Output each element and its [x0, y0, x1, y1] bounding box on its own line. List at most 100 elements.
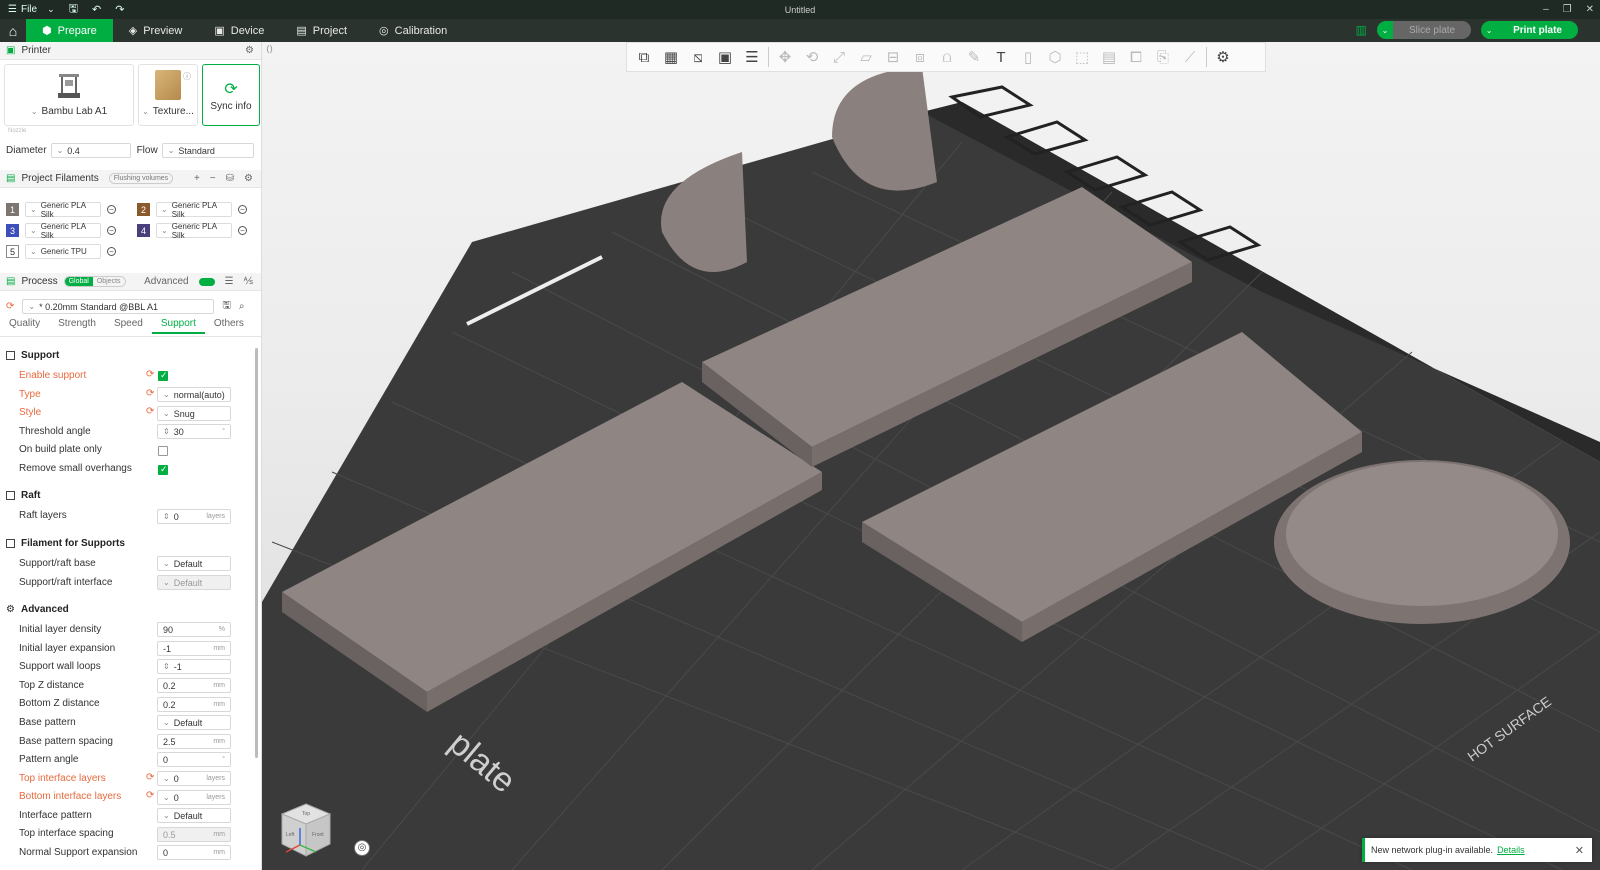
- threshold-angle-input[interactable]: ⇕ 30 °: [157, 424, 231, 439]
- filament-select[interactable]: ⌄ Generic PLA Silk: [25, 201, 101, 219]
- build-plate-only-checkbox[interactable]: [158, 446, 168, 456]
- filament-select[interactable]: ⌄ Generic PLA Silk: [25, 222, 101, 240]
- plate-type-selector[interactable]: ⓘ ⌄ Texture...: [138, 64, 198, 126]
- filament-select[interactable]: ⌄ Generic PLA Silk: [156, 222, 232, 240]
- view-settings-icon[interactable]: ⚙: [1212, 46, 1234, 68]
- arrange-icon[interactable]: ▣: [714, 46, 736, 68]
- cut-icon[interactable]: ⊟: [882, 46, 904, 68]
- support-paint-icon[interactable]: ⩍: [936, 46, 958, 68]
- search-icon[interactable]: ⌕: [239, 301, 245, 312]
- reset-icon[interactable]: ⟳: [146, 369, 154, 380]
- list-icon[interactable]: ☰: [225, 276, 234, 287]
- top-z-distance-input[interactable]: 0.2 mm: [157, 678, 231, 693]
- bottom-interface-layers-input[interactable]: ⌄ 0 layers: [157, 790, 231, 805]
- add-object-icon[interactable]: ⧉: [633, 46, 655, 68]
- raft-layers-input[interactable]: ⇕ 0 layers: [157, 509, 231, 524]
- tab-calibration[interactable]: ◎ Calibration: [363, 19, 463, 42]
- tab-speed[interactable]: Speed: [105, 318, 152, 334]
- save-icon[interactable]: 🖫: [69, 0, 78, 19]
- assembly-icon[interactable]: ⬡: [1044, 46, 1066, 68]
- ruler-icon[interactable]: ⟋: [1179, 46, 1201, 68]
- restore-icon[interactable]: ❐: [1563, 4, 1572, 15]
- sync-info-button[interactable]: ⟳ Sync info: [202, 64, 260, 126]
- flow-select[interactable]: ⌄ Standard: [161, 143, 254, 158]
- top-interface-layers-input[interactable]: ⌄ 0 layers: [157, 771, 231, 786]
- diameter-select[interactable]: ⌄ 0.4: [50, 143, 131, 158]
- normal-support-expansion-input[interactable]: 0 mm: [157, 845, 231, 860]
- remove-filament-icon[interactable]: −: [238, 226, 247, 235]
- seam-paint-icon[interactable]: ✎: [963, 46, 985, 68]
- lay-on-face-icon[interactable]: ⏥: [855, 46, 877, 68]
- tab-quality[interactable]: Quality: [0, 318, 49, 334]
- filament-sync-icon[interactable]: ⛁: [226, 173, 234, 184]
- redo-icon[interactable]: ↷: [115, 3, 124, 16]
- split-view-icon[interactable]: ▥: [1356, 23, 1367, 37]
- boolean-icon[interactable]: ⧈: [909, 46, 931, 68]
- remove-filament-icon[interactable]: −: [107, 247, 116, 256]
- info-icon[interactable]: ⓘ: [183, 71, 191, 82]
- tab-others[interactable]: Others: [205, 318, 253, 334]
- navigation-cube[interactable]: Top Left Front: [276, 800, 336, 860]
- remove-filament-icon[interactable]: −: [107, 226, 116, 235]
- filament-select[interactable]: ⌄ Generic TPU: [25, 244, 101, 259]
- copy-icon[interactable]: ⧠: [1125, 46, 1147, 68]
- undo-icon[interactable]: ↶: [92, 3, 101, 16]
- initial-layer-expansion-input[interactable]: -1 mm: [157, 641, 231, 656]
- auto-orient-icon[interactable]: ⧅: [687, 46, 709, 68]
- support-wall-loops-input[interactable]: ⇕ -1: [157, 659, 231, 674]
- save-preset-icon[interactable]: 🖫: [222, 298, 231, 315]
- global-button[interactable]: Global: [64, 277, 93, 286]
- gear-icon[interactable]: ⚙: [245, 45, 254, 56]
- remove-icon[interactable]: −: [210, 173, 216, 184]
- filament-slot-2[interactable]: 2 ⌄ Generic PLA Silk −: [137, 201, 247, 219]
- tab-support[interactable]: Support: [151, 318, 205, 334]
- reset-icon[interactable]: ⟳: [146, 406, 154, 417]
- tab-preview[interactable]: ◈ Preview: [113, 19, 199, 42]
- close-icon[interactable]: ✕: [1575, 844, 1584, 857]
- remove-filament-icon[interactable]: −: [107, 205, 116, 214]
- chevron-down-icon[interactable]: ⌄: [1481, 21, 1498, 39]
- filament-slot-5[interactable]: 5 ⌄ Generic TPU −: [6, 244, 116, 259]
- gear-icon[interactable]: ⚙: [244, 173, 253, 184]
- remove-small-overhangs-checkbox[interactable]: [158, 464, 168, 475]
- bottom-z-distance-input[interactable]: 0.2 mm: [157, 697, 231, 712]
- spinner-icon[interactable]: ⇕: [163, 427, 170, 436]
- filament-select[interactable]: ⌄ Generic PLA Silk: [156, 201, 232, 219]
- reset-icon[interactable]: ⟳: [146, 388, 154, 399]
- reset-icon[interactable]: ⟳: [146, 790, 154, 801]
- close-icon[interactable]: ✕: [1586, 4, 1594, 15]
- pattern-angle-input[interactable]: 0 °: [157, 752, 231, 767]
- measure-icon[interactable]: ▯: [1017, 46, 1039, 68]
- support-type-select[interactable]: ⌄ normal(auto): [157, 387, 231, 402]
- process-preset-select[interactable]: ⌄ * 0.20mm Standard @BBL A1: [22, 299, 215, 314]
- home-icon[interactable]: ⌂: [0, 19, 26, 42]
- add-icon[interactable]: +: [194, 173, 200, 184]
- layers-icon[interactable]: ☰: [741, 46, 763, 68]
- remove-filament-icon[interactable]: −: [238, 205, 247, 214]
- chevron-down-icon[interactable]: ⌄: [1376, 21, 1393, 39]
- add-plate-icon[interactable]: ▦: [660, 46, 682, 68]
- minimize-icon[interactable]: –: [1543, 4, 1549, 15]
- tab-prepare[interactable]: ⬢ Prepare: [26, 19, 113, 42]
- details-link[interactable]: Details: [1497, 845, 1525, 855]
- tab-strength[interactable]: Strength: [49, 318, 105, 334]
- raft-interface-select[interactable]: ⌄ Default: [157, 575, 231, 590]
- file-menu[interactable]: ☰ File: [8, 4, 37, 15]
- slice-plate-button[interactable]: ⌄ Slice plate: [1376, 21, 1472, 39]
- printer-selector[interactable]: ⌄ Bambu Lab A1: [4, 64, 134, 126]
- paste-icon[interactable]: ⎘: [1152, 46, 1174, 68]
- support-style-select[interactable]: ⌄ Snug: [157, 406, 231, 421]
- spinner-icon[interactable]: ⇕: [163, 512, 170, 521]
- base-pattern-spacing-input[interactable]: 2.5 mm: [157, 734, 231, 749]
- base-pattern-select[interactable]: ⌄ Default: [157, 715, 231, 730]
- top-interface-spacing-input[interactable]: 0.5 mm: [157, 827, 231, 842]
- flushing-volumes-button[interactable]: Flushing volumes: [108, 173, 174, 184]
- tab-device[interactable]: ▣ Device: [198, 19, 280, 42]
- sidebar-scrollbar[interactable]: [255, 348, 258, 758]
- chevron-down-icon[interactable]: ⌄: [47, 4, 55, 15]
- split-icon[interactable]: ⬚: [1071, 46, 1093, 68]
- 3d-viewport[interactable]: HOT SURFACE plate: [262, 42, 1600, 870]
- filament-slot-3[interactable]: 3 ⌄ Generic PLA Silk −: [6, 222, 116, 240]
- objects-button[interactable]: Objects: [93, 277, 125, 286]
- move-icon[interactable]: ✥: [774, 46, 796, 68]
